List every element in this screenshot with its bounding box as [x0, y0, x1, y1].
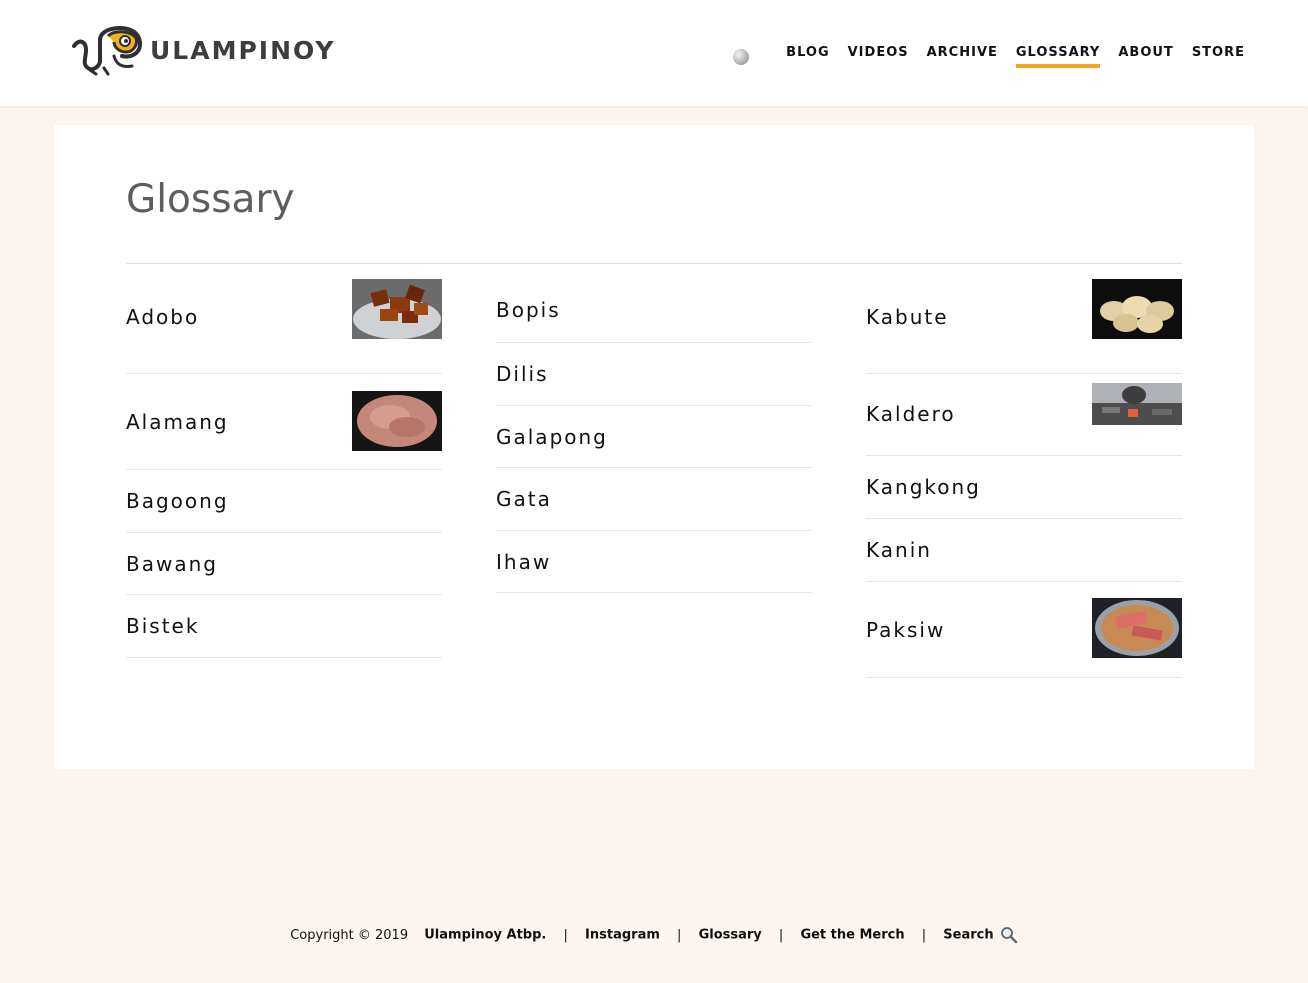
chameleon-logo-icon [72, 25, 142, 76]
glossary-entry-kanin[interactable]: Kanin [866, 519, 1182, 582]
glossary-entry-adobo[interactable]: Adobo [126, 278, 442, 374]
main-nav: BLOG VIDEOS ARCHIVE GLOSSARY ABOUT STORE [733, 45, 1245, 68]
paksiw-thumbnail[interactable] [1092, 597, 1182, 658]
brand-name: ULAMPINOY [150, 35, 336, 65]
footer-link-ulampinoy[interactable]: Ulampinoy Atbp. [424, 928, 546, 943]
glossary-entry-kaldero[interactable]: Kaldero [866, 374, 1182, 456]
divider [126, 263, 1182, 264]
glossary-entry-bagoong[interactable]: Bagoong [126, 470, 442, 533]
entry-label: Bopis [496, 298, 561, 322]
glossary-entry-ihaw[interactable]: Ihaw [496, 531, 812, 593]
kaldero-image [1092, 383, 1182, 425]
theme-toggle-icon[interactable] [733, 48, 750, 65]
entry-label: Gata [496, 487, 552, 511]
glossary-column-3: Kabute Kaldero Kangkong Kanin Paksiw [866, 278, 1182, 678]
entry-label: Dilis [496, 362, 549, 386]
glossary-column-2: Bopis Dilis Galapong Gata Ihaw [496, 278, 812, 593]
kaldero-thumbnail[interactable] [1092, 383, 1182, 425]
nav-blog[interactable]: BLOG [786, 45, 829, 68]
glossary-entry-bistek[interactable]: Bistek [126, 595, 442, 658]
content-card: Glossary Adobo Alamang Bagoong Bawang Bi… [54, 125, 1254, 769]
glossary-entry-kabute[interactable]: Kabute [866, 278, 1182, 374]
nav-videos[interactable]: VIDEOS [848, 45, 909, 68]
nav-about[interactable]: ABOUT [1118, 45, 1173, 68]
alamang-image [352, 390, 442, 451]
glossary-entry-kangkong[interactable]: Kangkong [866, 456, 1182, 519]
adobo-image [352, 278, 442, 339]
footer-separator: | [563, 927, 568, 943]
site-header: ULAMPINOY BLOG VIDEOS ARCHIVE GLOSSARY A… [0, 0, 1308, 106]
kabute-image [1092, 278, 1182, 339]
entry-label: Galapong [496, 424, 608, 449]
paksiw-image [1092, 597, 1182, 658]
entry-label: Adobo [126, 304, 200, 329]
entry-label: Ihaw [496, 549, 552, 574]
footer-separator: | [778, 927, 784, 943]
nav-glossary[interactable]: GLOSSARY [1015, 45, 1101, 68]
entry-label: Kanin [866, 538, 932, 562]
logo[interactable]: ULAMPINOY [70, 24, 335, 76]
footer-link-search[interactable]: Search [943, 928, 993, 943]
footer-link-merch[interactable]: Get the Merch [800, 928, 904, 943]
copyright-text: Copyright © 2019 [290, 927, 409, 943]
footer-separator: | [921, 927, 927, 943]
page-title: Glossary [126, 177, 295, 222]
glossary-entry-paksiw[interactable]: Paksiw [866, 582, 1182, 678]
footer-link-instagram[interactable]: Instagram [585, 928, 660, 943]
entry-label: Bawang [126, 551, 218, 576]
footer-separator: | [677, 927, 682, 943]
search-icon[interactable] [1000, 926, 1018, 944]
glossary-entry-galapong[interactable]: Galapong [496, 406, 812, 468]
entry-label: Kaldero [866, 401, 956, 426]
glossary-entry-bopis[interactable]: Bopis [496, 278, 812, 343]
glossary-entry-dilis[interactable]: Dilis [496, 343, 812, 406]
entry-label: Alamang [126, 409, 229, 434]
glossary-entry-alamang[interactable]: Alamang [126, 374, 442, 470]
entry-label: Bagoong [126, 489, 229, 513]
nav-store[interactable]: STORE [1192, 45, 1245, 68]
glossary-entry-gata[interactable]: Gata [496, 468, 812, 531]
nav-archive[interactable]: ARCHIVE [927, 45, 998, 68]
footer-link-glossary[interactable]: Glossary [699, 928, 762, 943]
kabute-thumbnail[interactable] [1092, 278, 1182, 339]
glossary-entry-bawang[interactable]: Bawang [126, 533, 442, 595]
adobo-thumbnail[interactable] [352, 278, 442, 339]
glossary-column-1: Adobo Alamang Bagoong Bawang Bistek [126, 278, 442, 658]
entry-label: Paksiw [866, 617, 946, 642]
entry-label: Kangkong [866, 475, 981, 499]
alamang-thumbnail[interactable] [352, 390, 442, 451]
site-footer: Copyright © 2019 Ulampinoy Atbp. | Insta… [0, 926, 1308, 944]
entry-label: Bistek [126, 614, 200, 638]
entry-label: Kabute [866, 304, 949, 329]
